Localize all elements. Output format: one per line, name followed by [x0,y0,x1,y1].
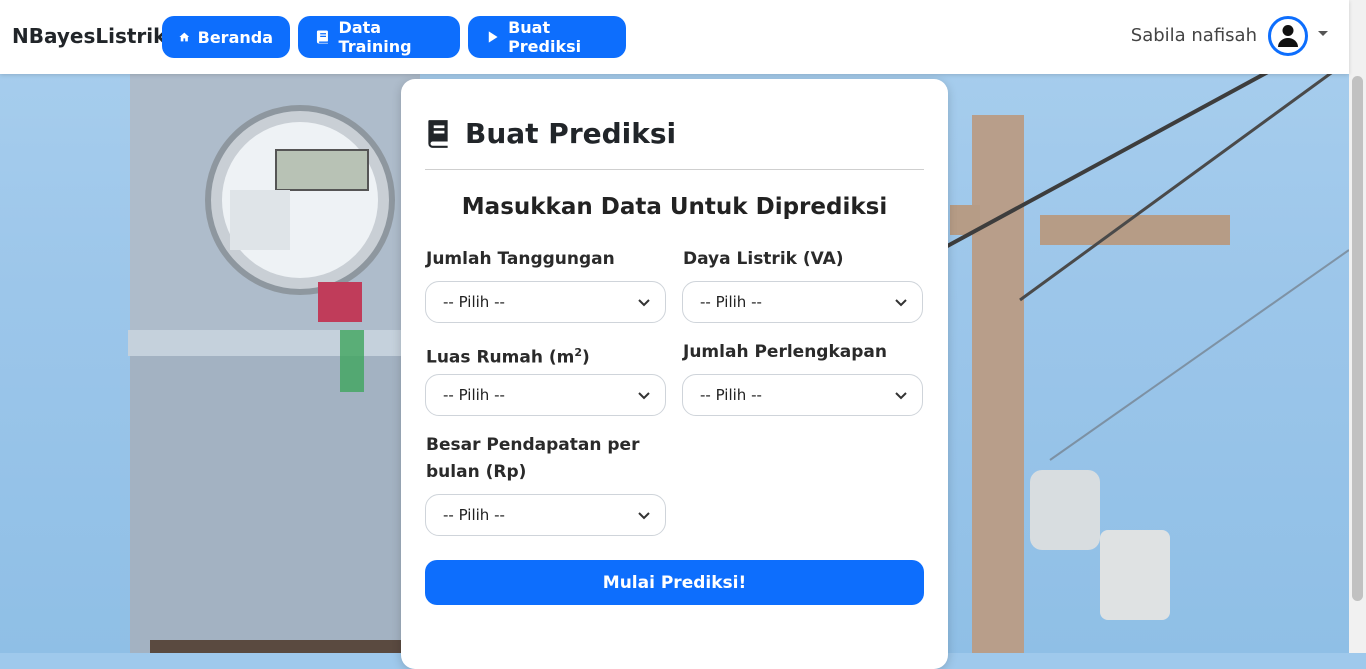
mulai-prediksi-button[interactable]: Mulai Prediksi! [425,560,924,605]
select-value: -- Pilih -- [443,293,505,311]
scrollbar-thumb[interactable] [1352,76,1363,601]
form-subtitle: Masukkan Data Untuk Diprediksi [461,194,888,220]
play-icon [488,31,498,43]
select-jumlah-tanggungan[interactable]: -- Pilih -- [425,281,666,323]
nav-buat-prediksi-button[interactable]: Buat Prediksi [468,16,626,58]
chevron-down-icon[interactable] [1318,31,1328,36]
avatar[interactable] [1268,16,1308,56]
select-value: -- Pilih -- [443,506,505,524]
home-icon [179,32,190,42]
book-icon [428,119,448,148]
nav-buat-prediksi-label: Buat Prediksi [508,18,582,56]
label-luas-rumah-text: Luas Rumah (m [426,347,575,368]
divider [425,169,924,170]
chevron-down-icon [638,512,650,520]
chevron-down-icon [895,299,907,307]
select-luas-rumah[interactable]: -- Pilih -- [425,374,666,416]
nav-data-training-label: Data Training [338,18,412,56]
select-value: -- Pilih -- [700,386,762,404]
label-besar-pendapatan-line1: Besar Pendapatan per [426,435,640,455]
scrollbar[interactable] [1349,0,1366,653]
select-jumlah-perlengkapan[interactable]: -- Pilih -- [682,374,923,416]
select-value: -- Pilih -- [700,293,762,311]
label-luas-rumah-sup: 2 [574,346,582,359]
card-title-text: Buat Prediksi [465,117,677,150]
user-icon [1278,25,1298,47]
nav-data-training-button[interactable]: Data Training [298,16,460,58]
user-name[interactable]: Sabila nafisah [1131,25,1257,46]
chevron-down-icon [638,299,650,307]
navbar: NBayesListrik Beranda Data Training Buat… [0,0,1349,74]
label-jumlah-perlengkapan: Jumlah Perlengkapan [683,342,887,362]
label-besar-pendapatan: Besar Pendapatan per bulan (Rp) [426,432,639,486]
label-besar-pendapatan-line2: bulan (Rp) [426,462,527,482]
nav-beranda-label: Beranda [197,27,273,47]
label-daya-listrik: Daya Listrik (VA) [683,249,844,269]
label-jumlah-tanggungan: Jumlah Tanggungan [426,249,615,269]
select-daya-listrik[interactable]: -- Pilih -- [682,281,923,323]
book-icon [316,30,328,44]
select-value: -- Pilih -- [443,386,505,404]
chevron-down-icon [638,392,650,400]
nav-beranda-button[interactable]: Beranda [162,16,290,58]
brand-logo[interactable]: NBayesListrik [12,24,166,48]
label-luas-rumah-close: ) [581,347,590,368]
prediction-card: Buat Prediksi Masukkan Data Untuk Dipred… [401,79,948,669]
card-title: Buat Prediksi [425,117,676,150]
chevron-down-icon [895,392,907,400]
label-luas-rumah: Luas Rumah (m2) [426,339,590,372]
select-besar-pendapatan[interactable]: -- Pilih -- [425,494,666,536]
